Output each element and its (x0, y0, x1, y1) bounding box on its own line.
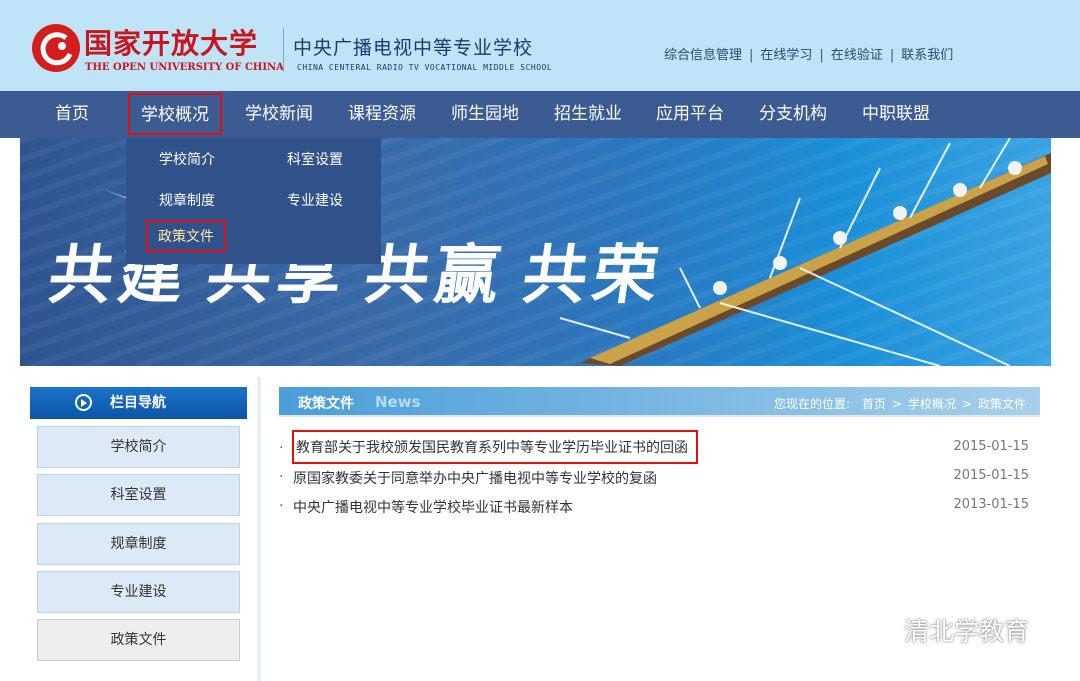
nav-branches[interactable]: 分支机构 (759, 91, 827, 138)
site-header: 国家开放大学 THE OPEN UNIVERSITY OF CHINA 中央广播… (0, 0, 1080, 91)
bullet: · (279, 498, 284, 514)
sidebar-nav: 栏目导航 学校简介 科室设置 规章制度 专业建设 政策文件 (30, 387, 247, 677)
content-divider (257, 377, 261, 681)
nav-app-platform[interactable]: 应用平台 (656, 91, 724, 138)
wechat-icon (858, 615, 898, 651)
link-online-learning[interactable]: 在线学习 (760, 48, 812, 63)
news-title-link[interactable]: 中央广播电视中等专业学校毕业证书最新样本 (293, 497, 573, 517)
sidebar-header: 栏目导航 (30, 387, 247, 419)
breadcrumb-separator: > (891, 397, 902, 411)
breadcrumb-current[interactable]: 政策文件 (978, 397, 1026, 411)
nav-school-overview[interactable]: 学校概况 (128, 93, 222, 135)
dropdown-item-majors[interactable]: 专业建设 (287, 190, 343, 210)
breadcrumb-overview[interactable]: 学校概况 (908, 397, 956, 411)
news-date: 2013-01-15 (953, 497, 1029, 512)
sidebar-item-majors[interactable]: 专业建设 (37, 571, 240, 613)
nav-admission-employment[interactable]: 招生就业 (554, 91, 622, 138)
nav-school-news[interactable]: 学校新闻 (245, 91, 313, 138)
nav-home[interactable]: 首页 (55, 91, 89, 138)
news-list-item: · 原国家教委关于同意举办中央广播电视中等专业学校的复函 2015-01-15 (279, 466, 1029, 490)
breadcrumb: 您现在的位置: 首页 > 学校概况 > 政策文件 (774, 395, 1026, 412)
breadcrumb-home[interactable]: 首页 (862, 397, 886, 411)
dropdown-item-intro[interactable]: 学校简介 (159, 149, 215, 169)
top-links: 综合信息管理 | 在线学习 | 在线验证 | 联系我们 (664, 44, 953, 63)
sidebar-item-intro[interactable]: 学校简介 (37, 426, 240, 468)
watermark: 清北学教育 (858, 612, 1029, 652)
dropdown-item-departments[interactable]: 科室设置 (287, 149, 343, 169)
school-overview-dropdown: 学校简介 科室设置 规章制度 专业建设 政策文件 (126, 138, 381, 264)
watermark-text: 清北学教育 (904, 617, 1030, 646)
nav-teacher-student[interactable]: 师生园地 (451, 91, 519, 138)
university-name[interactable]: 国家开放大学 (84, 22, 258, 62)
logo-divider (283, 28, 284, 72)
news-date: 2015-01-15 (953, 468, 1029, 483)
breadcrumb-separator: > (961, 397, 972, 411)
main-nav: 首页 学校概况 学校新闻 课程资源 师生园地 招生就业 应用平台 分支机构 中职… (0, 91, 1080, 138)
slogan-word: 共赢 (359, 238, 511, 313)
breadcrumb-label: 您现在的位置: (773, 397, 850, 411)
link-separator: | (749, 48, 754, 63)
nav-vocational-alliance[interactable]: 中职联盟 (862, 91, 930, 138)
section-title-en: News (375, 393, 421, 411)
section-header: 政策文件 News 您现在的位置: 首页 > 学校概况 > 政策文件 (279, 387, 1040, 417)
link-online-verify[interactable]: 在线验证 (831, 48, 883, 63)
bullet: · (279, 440, 284, 456)
school-name[interactable]: 中央广播电视中等专业学校 (293, 33, 533, 60)
news-title-link[interactable]: 原国家教委关于同意举办中央广播电视中等专业学校的复函 (293, 468, 657, 488)
sidebar-item-policy[interactable]: 政策文件 (37, 619, 240, 661)
section-title: 政策文件 (298, 396, 354, 412)
dropdown-item-policy[interactable]: 政策文件 (146, 220, 226, 252)
slogan-word: 共荣 (517, 238, 669, 313)
play-circle-icon (75, 394, 92, 411)
news-list-item: · 教育部关于我校颁发国民教育系列中等专业学历毕业证书的回函 2015-01-1… (279, 430, 1029, 464)
bullet: · (279, 469, 284, 485)
university-name-en: THE OPEN UNIVERSITY OF CHINA (85, 62, 284, 73)
nav-course-resources[interactable]: 课程资源 (348, 91, 416, 138)
sidebar-item-regulations[interactable]: 规章制度 (37, 523, 240, 565)
sidebar-title: 栏目导航 (110, 395, 166, 411)
university-logo-icon[interactable] (32, 24, 80, 72)
news-list-item: · 中央广播电视中等专业学校毕业证书最新样本 2013-01-15 (279, 495, 1029, 519)
school-name-en: CHINA CENTERAL RADIO TV VOCATIONAL MIDDL… (297, 63, 553, 72)
news-date: 2015-01-15 (953, 439, 1029, 454)
news-title-link[interactable]: 教育部关于我校颁发国民教育系列中等专业学历毕业证书的回函 (292, 430, 698, 464)
dropdown-item-regulations[interactable]: 规章制度 (159, 190, 215, 210)
link-contact-us[interactable]: 联系我们 (901, 48, 953, 63)
link-info-management[interactable]: 综合信息管理 (664, 48, 742, 63)
link-separator: | (889, 48, 895, 63)
link-separator: | (819, 48, 824, 63)
sidebar-item-departments[interactable]: 科室设置 (37, 474, 240, 516)
